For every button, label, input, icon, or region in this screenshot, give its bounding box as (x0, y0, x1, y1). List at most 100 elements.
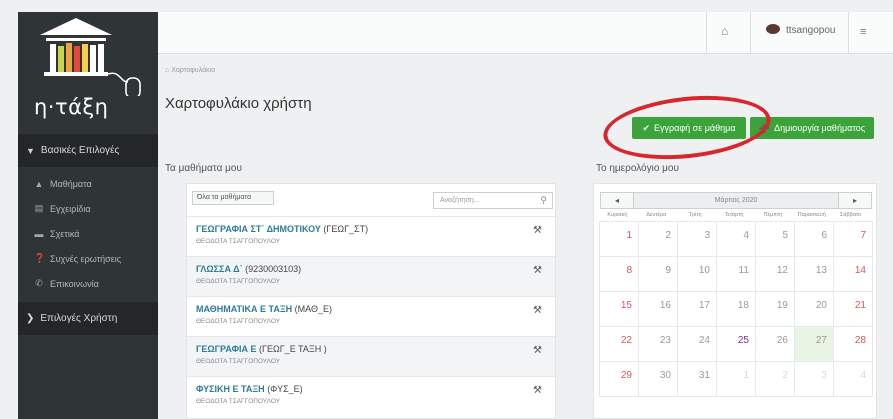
calendar-panel: ◂ Μάρτιος 2020 ▸ Κυριακή Δευτέρα Τρίτη Τ… (593, 183, 877, 419)
nav-section-user[interactable]: ❯ Επιλογές Χρήστη (18, 302, 158, 335)
calendar-day[interactable]: 22 (599, 326, 639, 362)
sidebar-item-label: Εγχειρίδια (50, 203, 91, 214)
course-teacher: ΘΕΟΔΟΤΑ ΤΣΑΓΓΟΠΟΥΛΟΥ (196, 318, 281, 325)
courses-panel: Όλα τα μαθήματα Αναζήτηση... ⚲ ΓΕΩΓΡΑΦΙΑ… (186, 183, 556, 419)
list-item: ΓΛΩΣΣΑ Δ΄ (9230003103) ΘΕΟΔΟΤΑ ΤΣΑΓΓΟΠΟΥ… (187, 256, 555, 296)
calendar-day[interactable]: 9 (638, 256, 678, 292)
home-icon[interactable]: ⌂ (721, 24, 728, 38)
list-item: ΓΕΩΓΡΑΦΙΑ Ε (ΓΕΩΓ_Ε ΤΑΞΗ ) ΘΕΟΔΟΤΑ ΤΣΑΓΓ… (187, 336, 555, 376)
calendar-nav: ◂ Μάρτιος 2020 ▸ (600, 192, 872, 209)
calendar-day[interactable]: 4 (716, 221, 756, 257)
calendar-day[interactable]: 27 (794, 326, 834, 362)
calendar-day[interactable]: 13 (794, 256, 834, 292)
search-input[interactable]: Αναζήτηση... ⚲ (433, 192, 553, 209)
calendar-day[interactable]: 23 (638, 326, 678, 362)
course-name[interactable]: ΓΛΩΣΣΑ Δ΄ (196, 264, 243, 274)
nav-section-main[interactable]: ▼ Βασικές Επιλογές (18, 134, 158, 167)
calendar-day[interactable]: 14 (833, 256, 873, 292)
calendar-day[interactable]: 1 (716, 361, 756, 397)
breadcrumb: ⌂ Χαρτοφυλάκιο (165, 67, 215, 74)
calendar-day[interactable]: 10 (677, 256, 717, 292)
calendar-day[interactable]: 7 (833, 221, 873, 257)
wrench-icon[interactable]: ⚒ (533, 385, 542, 396)
calendar-day[interactable]: 18 (716, 291, 756, 327)
weekday-label: Πέμπτη (763, 212, 783, 218)
sidebar-item-label: Επικοινωνία (50, 278, 99, 289)
sidebar-item-label: Συχνές ερωτήσεις (50, 253, 122, 264)
nav-section-main-label: Βασικές Επιλογές (40, 145, 120, 156)
search-icon[interactable]: ⚲ (540, 193, 547, 208)
breadcrumb-label: Χαρτοφυλάκιο (171, 67, 216, 74)
calendar-day[interactable]: 29 (599, 361, 639, 397)
logo-icon (40, 18, 141, 96)
calendar-prev-button[interactable]: ◂ (600, 192, 634, 209)
calendar-weekdays: Κυριακή Δευτέρα Τρίτη Τετάρτη Πέμπτη Παρ… (598, 212, 870, 218)
calendar-day[interactable]: 21 (833, 291, 873, 327)
course-teacher: ΘΕΟΔΟΤΑ ΤΣΑΓΓΟΠΟΥΛΟΥ (196, 358, 281, 365)
calendar-day[interactable]: 8 (599, 256, 639, 292)
sidebar-item-about[interactable]: ▬ Σχετικά (18, 221, 158, 246)
calendar-day[interactable]: 20 (794, 291, 834, 327)
calendar-day[interactable]: 11 (716, 256, 756, 292)
home-icon[interactable]: ⌂ (165, 67, 169, 74)
course-name[interactable]: ΓΕΩΓΡΑΦΙΑ Ε (196, 344, 257, 354)
course-link[interactable]: ΜΑΘΗΜΑΤΙΚΑ Ε ΤΑΞΗ (ΜΑΘ_Ε) (196, 304, 555, 314)
course-link[interactable]: ΓΛΩΣΣΑ Δ΄ (9230003103) (196, 264, 555, 274)
calendar-title: Το ημερολόγιο μου (596, 163, 679, 174)
course-link[interactable]: ΦΥΣΙΚΗ Ε ΤΑΞΗ (ΦΥΣ_Ε) (196, 384, 555, 394)
sidebar-item-label: Σχετικά (50, 228, 80, 239)
course-name[interactable]: ΜΑΘΗΜΑΤΙΚΑ Ε ΤΑΞΗ (196, 304, 292, 314)
calendar-day[interactable]: 24 (677, 326, 717, 362)
calendar-day[interactable]: 17 (677, 291, 717, 327)
calendar-day[interactable]: 4 (833, 361, 873, 397)
sidebar: η·τάξη ▼ Βασικές Επιλογές ▲ Μαθήματα ▤ Ε… (18, 12, 158, 419)
user-menu[interactable]: ttsangopou (766, 23, 836, 36)
calendar-day[interactable]: 1 (599, 221, 639, 257)
calendar-day[interactable]: 3 (794, 361, 834, 397)
course-code: (ΓΕΩΓ_ΣΤ) (323, 224, 369, 234)
course-code: (ΓΕΩΓ_Ε ΤΑΞΗ ) (259, 344, 327, 354)
course-teacher: ΘΕΟΔΟΤΑ ΤΣΑΓΓΟΠΟΥΛΟΥ (196, 398, 281, 405)
calendar-grid: 1 2 3 4 5 6 7 8 9 10 11 12 13 14 15 16 17 18 19 20 21 22 23 24 2… (599, 221, 873, 397)
calendar-month: Μάρτιος 2020 (634, 192, 838, 209)
search-placeholder: Αναζήτηση... (440, 197, 480, 204)
document-icon: ▤ (34, 203, 44, 213)
calendar-day[interactable]: 3 (677, 221, 717, 257)
sidebar-item-contact[interactable]: ✆ Επικοινωνία (18, 271, 158, 296)
calendar-day[interactable]: 2 (638, 221, 678, 257)
course-link[interactable]: ΓΕΩΓΡΑΦΙΑ Ε (ΓΕΩΓ_Ε ΤΑΞΗ ) (196, 344, 555, 354)
calendar-day[interactable]: 5 (755, 221, 795, 257)
calendar-day[interactable]: 31 (677, 361, 717, 397)
avatar (766, 23, 780, 34)
calendar-day[interactable]: 28 (833, 326, 873, 362)
calendar-day[interactable]: 19 (755, 291, 795, 327)
calendar-day[interactable]: 30 (638, 361, 678, 397)
sidebar-item-courses[interactable]: ▲ Μαθήματα (18, 171, 158, 196)
course-name[interactable]: ΓΕΩΓΡΑΦΙΑ ΣΤ΄ ΔΗΜΟΤΙΚΟΥ (196, 224, 321, 234)
chevron-down-icon: ▼ (26, 145, 35, 156)
calendar-day[interactable]: 6 (794, 221, 834, 257)
wrench-icon[interactable]: ⚒ (533, 265, 542, 276)
wrench-icon[interactable]: ⚒ (533, 305, 542, 316)
course-link[interactable]: ΓΕΩΓΡΑΦΙΑ ΣΤ΄ ΔΗΜΟΤΙΚΟΥ (ΓΕΩΓ_ΣΤ) (196, 224, 555, 234)
calendar-day[interactable]: 16 (638, 291, 678, 327)
logo[interactable]: η·τάξη (18, 12, 158, 134)
course-list: ΓΕΩΓΡΑΦΙΑ ΣΤ΄ ΔΗΜΟΤΙΚΟΥ (ΓΕΩΓ_ΣΤ) ΘΕΟΔΟΤ… (187, 216, 555, 416)
chevron-right-icon: ❯ (26, 313, 35, 324)
calendar-day[interactable]: 12 (755, 256, 795, 292)
course-name[interactable]: ΦΥΣΙΚΗ Ε ΤΑΞΗ (196, 384, 265, 394)
weekday-label: Τετάρτη (724, 212, 744, 218)
calendar-next-button[interactable]: ▸ (838, 192, 872, 209)
create-course-label: Δημιουργία μαθήματος (774, 123, 866, 133)
calendar-day[interactable]: 2 (755, 361, 795, 397)
calendar-day[interactable]: 26 (755, 326, 795, 362)
sidebar-item-manuals[interactable]: ▤ Εγχειρίδια (18, 196, 158, 221)
sidebar-item-faq[interactable]: ❓ Συχνές ερωτήσεις (18, 246, 158, 271)
calendar-day[interactable]: 15 (599, 291, 639, 327)
wrench-icon[interactable]: ⚒ (533, 225, 542, 236)
course-filter-dropdown[interactable]: Όλα τα μαθήματα (192, 191, 274, 205)
calendar-day[interactable]: 25 (716, 326, 756, 362)
courses-title: Τα μαθήματα μου (165, 163, 242, 174)
wrench-icon[interactable]: ⚒ (533, 345, 542, 356)
sliders-icon[interactable]: ≡ (860, 26, 866, 38)
